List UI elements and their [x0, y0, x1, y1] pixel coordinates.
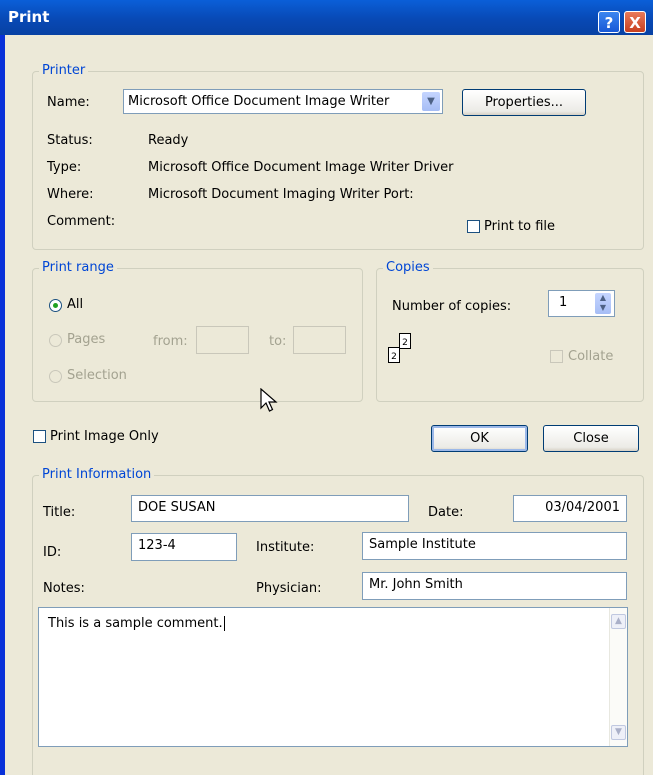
comment-text: This is a sample comment. — [48, 616, 225, 631]
title-label: Title: — [43, 505, 76, 520]
type-label: Type: — [47, 160, 82, 175]
number-of-copies-label: Number of copies: — [392, 299, 512, 314]
selection-radio[interactable] — [49, 370, 62, 383]
to-label: to: — [269, 334, 287, 349]
print-to-file-label[interactable]: Print to file — [484, 219, 555, 234]
copies-group: Copies — [376, 260, 644, 402]
collate-checkbox[interactable] — [550, 350, 563, 363]
page-icon-back: 2 — [399, 333, 411, 349]
print-image-only-checkbox[interactable] — [33, 430, 46, 443]
id-field[interactable]: 123-4 — [131, 533, 237, 561]
properties-button[interactable]: Properties... — [462, 89, 586, 116]
print-image-only-label[interactable]: Print Image Only — [50, 429, 159, 444]
id-label: ID: — [43, 545, 62, 560]
date-field[interactable]: 03/04/2001 — [513, 495, 627, 522]
print-to-file-checkbox[interactable] — [467, 220, 480, 233]
all-radio[interactable] — [49, 299, 62, 312]
copies-legend: Copies — [383, 260, 433, 275]
page-icon-front: 2 — [388, 347, 400, 363]
type-value: Microsoft Office Document Image Writer D… — [148, 160, 454, 175]
selection-label[interactable]: Selection — [67, 368, 127, 383]
print-information-legend: Print Information — [39, 467, 155, 482]
to-field[interactable] — [293, 326, 346, 354]
scroll-up-icon[interactable]: ▲ — [611, 614, 626, 629]
status-label: Status: — [47, 133, 93, 148]
printer-name-value: Microsoft Office Document Image Writer — [128, 94, 390, 109]
physician-label: Physician: — [256, 581, 322, 596]
print-dialog: Print ? X Printer Name: Microsoft Office… — [0, 0, 653, 775]
comment-textarea[interactable]: This is a sample comment. ▲ ▼ — [38, 607, 628, 747]
status-value: Ready — [148, 133, 189, 148]
title-field[interactable]: DOE SUSAN — [131, 495, 409, 522]
date-label: Date: — [428, 505, 464, 520]
window-frame — [0, 35, 5, 775]
title-bar[interactable]: Print ? X — [0, 0, 653, 35]
mouse-pointer-icon — [260, 388, 278, 412]
dialog-title: Print — [8, 8, 50, 26]
ok-button[interactable]: OK — [431, 425, 528, 452]
close-icon[interactable]: X — [624, 11, 646, 33]
pages-radio[interactable] — [49, 334, 62, 347]
pages-label[interactable]: Pages — [67, 332, 105, 347]
help-icon[interactable]: ? — [598, 11, 620, 33]
printer-name-dropdown[interactable]: Microsoft Office Document Image Writer ▼ — [123, 89, 443, 114]
from-label: from: — [153, 334, 188, 349]
where-value: Microsoft Document Imaging Writer Port: — [148, 187, 414, 202]
scroll-down-icon[interactable]: ▼ — [611, 725, 626, 740]
where-label: Where: — [47, 187, 94, 202]
collate-pages-icon: 2 2 — [388, 333, 412, 367]
from-field[interactable] — [196, 326, 249, 354]
name-label: Name: — [47, 95, 90, 110]
comment-label: Comment: — [47, 214, 116, 229]
print-range-legend: Print range — [39, 260, 117, 275]
chevron-down-icon[interactable]: ▼ — [422, 92, 440, 111]
printer-legend: Printer — [39, 63, 89, 78]
copies-value: 1 — [559, 295, 568, 310]
close-button[interactable]: Close — [543, 425, 639, 452]
vertical-scrollbar[interactable]: ▲ ▼ — [609, 608, 627, 746]
copies-stepper[interactable]: 1 ▲ ▼ — [548, 290, 615, 317]
physician-field[interactable]: Mr. John Smith — [362, 572, 627, 600]
institute-field[interactable]: Sample Institute — [362, 532, 627, 560]
all-label[interactable]: All — [67, 297, 83, 312]
collate-label[interactable]: Collate — [568, 349, 613, 364]
notes-label: Notes: — [43, 581, 85, 596]
spin-arrows-icon[interactable]: ▲ ▼ — [595, 293, 611, 314]
institute-label: Institute: — [256, 540, 315, 555]
